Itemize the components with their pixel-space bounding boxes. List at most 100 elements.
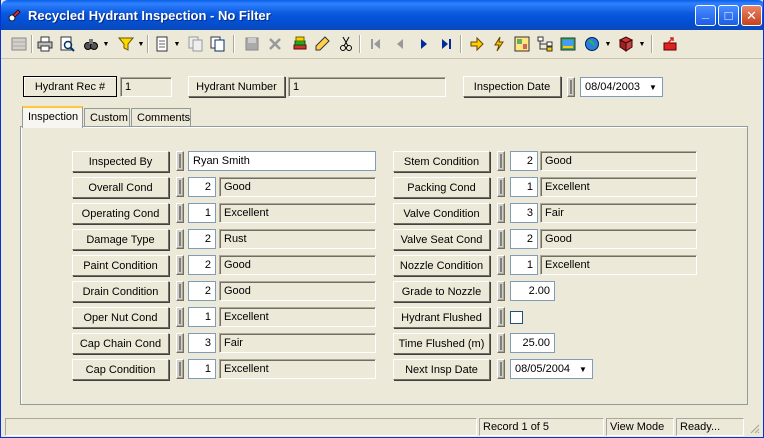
- inspection-date-value: 08/04/2003: [585, 81, 641, 93]
- filter-dropdown-icon[interactable]: ▼: [137, 34, 145, 54]
- nozzle-condition-button[interactable]: Nozzle Condition: [393, 255, 490, 276]
- image-icon[interactable]: [558, 34, 578, 54]
- delete-icon[interactable]: [265, 34, 285, 54]
- resize-grip-icon[interactable]: [748, 422, 760, 434]
- valve-condition-button[interactable]: Valve Condition: [393, 203, 490, 224]
- tab-custom[interactable]: Custom: [84, 108, 130, 128]
- inspection-date-field[interactable]: 08/04/2003 ▼: [580, 77, 663, 97]
- field-handle[interactable]: [497, 203, 505, 223]
- new-record-dropdown-icon[interactable]: ▼: [173, 34, 181, 54]
- field-handle[interactable]: [497, 307, 505, 327]
- filter-icon[interactable]: [116, 34, 136, 54]
- cap-chain-cond-code[interactable]: 3: [188, 333, 216, 353]
- field-handle[interactable]: [497, 333, 505, 353]
- find-icon[interactable]: [81, 34, 101, 54]
- hydrant-flushed-button[interactable]: Hydrant Flushed: [393, 307, 490, 328]
- new-record-icon[interactable]: [152, 34, 172, 54]
- tree-icon[interactable]: [535, 34, 555, 54]
- exit-icon[interactable]: [660, 34, 680, 54]
- globe-icon[interactable]: [582, 34, 602, 54]
- field-handle[interactable]: [176, 333, 184, 353]
- field-handle[interactable]: [497, 255, 505, 275]
- first-record-icon[interactable]: [366, 34, 386, 54]
- lightning-icon[interactable]: [489, 34, 509, 54]
- cut-icon[interactable]: [336, 34, 356, 54]
- tab-inspection[interactable]: Inspection: [22, 106, 83, 128]
- last-record-icon[interactable]: [436, 34, 456, 54]
- inspection-date-button[interactable]: Inspection Date: [463, 76, 561, 97]
- oper-nut-cond-code[interactable]: 1: [188, 307, 216, 327]
- hydrant-rec-button[interactable]: Hydrant Rec #: [23, 76, 117, 97]
- overall-cond-code[interactable]: 2: [188, 177, 216, 197]
- field-handle[interactable]: [176, 177, 184, 197]
- grade-to-nozzle-field[interactable]: 2.00: [510, 281, 555, 301]
- operating-cond-code[interactable]: 1: [188, 203, 216, 223]
- edit-layers-icon[interactable]: [290, 34, 310, 54]
- goto-arrow-icon[interactable]: [467, 34, 487, 54]
- print-preview-icon[interactable]: [57, 34, 77, 54]
- paste-record-icon[interactable]: [208, 34, 228, 54]
- valve-seat-cond-button[interactable]: Valve Seat Cond: [393, 229, 490, 250]
- cap-condition-button[interactable]: Cap Condition: [72, 359, 169, 380]
- next-insp-date-field[interactable]: 08/05/2004 ▼: [510, 359, 593, 379]
- field-handle[interactable]: [497, 151, 505, 171]
- oper-nut-cond-button[interactable]: Oper Nut Cond: [72, 307, 169, 328]
- cap-chain-cond-button[interactable]: Cap Chain Cond: [72, 333, 169, 354]
- field-handle[interactable]: [567, 77, 575, 97]
- edit-icon[interactable]: [312, 34, 332, 54]
- drain-condition-code[interactable]: 2: [188, 281, 216, 301]
- map-icon[interactable]: [512, 34, 532, 54]
- previous-record-icon[interactable]: [390, 34, 410, 54]
- overall-cond-button[interactable]: Overall Cond: [72, 177, 169, 198]
- title-bar[interactable]: Recycled Hydrant Inspection - No Filter …: [1, 0, 763, 30]
- grid-icon[interactable]: [9, 34, 29, 54]
- damage-type-code[interactable]: 2: [188, 229, 216, 249]
- operating-cond-button[interactable]: Operating Cond: [72, 203, 169, 224]
- book-icon[interactable]: [616, 34, 636, 54]
- valve-condition-code[interactable]: 3: [510, 203, 538, 223]
- hydrant-flushed-checkbox[interactable]: [510, 311, 523, 324]
- field-handle[interactable]: [497, 229, 505, 249]
- hydrant-number-button[interactable]: Hydrant Number: [188, 76, 285, 97]
- stem-condition-code[interactable]: 2: [510, 151, 538, 171]
- field-handle[interactable]: [176, 281, 184, 301]
- next-insp-date-button[interactable]: Next Insp Date: [393, 359, 490, 380]
- valve-seat-cond-code[interactable]: 2: [510, 229, 538, 249]
- field-handle[interactable]: [176, 229, 184, 249]
- globe-dropdown-icon[interactable]: ▼: [604, 34, 612, 54]
- inspected-by-button[interactable]: Inspected By: [72, 151, 169, 172]
- field-handle[interactable]: [497, 359, 505, 379]
- copy-record-icon[interactable]: [186, 34, 206, 54]
- chevron-down-icon[interactable]: ▼: [575, 361, 591, 377]
- time-flushed-button[interactable]: Time Flushed (m): [393, 333, 490, 354]
- packing-cond-button[interactable]: Packing Cond: [393, 177, 490, 198]
- find-dropdown-icon[interactable]: ▼: [102, 34, 110, 54]
- grade-to-nozzle-button[interactable]: Grade to Nozzle: [393, 281, 490, 302]
- paint-condition-code[interactable]: 2: [188, 255, 216, 275]
- inspected-by-field[interactable]: Ryan Smith: [188, 151, 376, 171]
- nozzle-condition-code[interactable]: 1: [510, 255, 538, 275]
- damage-type-button[interactable]: Damage Type: [72, 229, 169, 250]
- minimize-button[interactable]: _: [695, 5, 716, 26]
- field-handle[interactable]: [497, 281, 505, 301]
- paint-condition-button[interactable]: Paint Condition: [72, 255, 169, 276]
- cap-condition-code[interactable]: 1: [188, 359, 216, 379]
- stem-condition-button[interactable]: Stem Condition: [393, 151, 490, 172]
- drain-condition-button[interactable]: Drain Condition: [72, 281, 169, 302]
- maximize-button[interactable]: □: [718, 5, 739, 26]
- field-handle[interactable]: [497, 177, 505, 197]
- book-dropdown-icon[interactable]: ▼: [638, 34, 646, 54]
- field-handle[interactable]: [176, 307, 184, 327]
- field-handle[interactable]: [176, 151, 184, 171]
- field-handle[interactable]: [176, 255, 184, 275]
- next-record-icon[interactable]: [414, 34, 434, 54]
- field-handle[interactable]: [176, 359, 184, 379]
- time-flushed-field[interactable]: 25.00: [510, 333, 555, 353]
- packing-cond-code[interactable]: 1: [510, 177, 538, 197]
- close-button[interactable]: ✕: [741, 5, 762, 26]
- chevron-down-icon[interactable]: ▼: [645, 79, 661, 95]
- field-handle[interactable]: [176, 203, 184, 223]
- save-icon[interactable]: [242, 34, 262, 54]
- print-icon[interactable]: [35, 34, 55, 54]
- tab-comments[interactable]: Comments: [131, 108, 191, 128]
